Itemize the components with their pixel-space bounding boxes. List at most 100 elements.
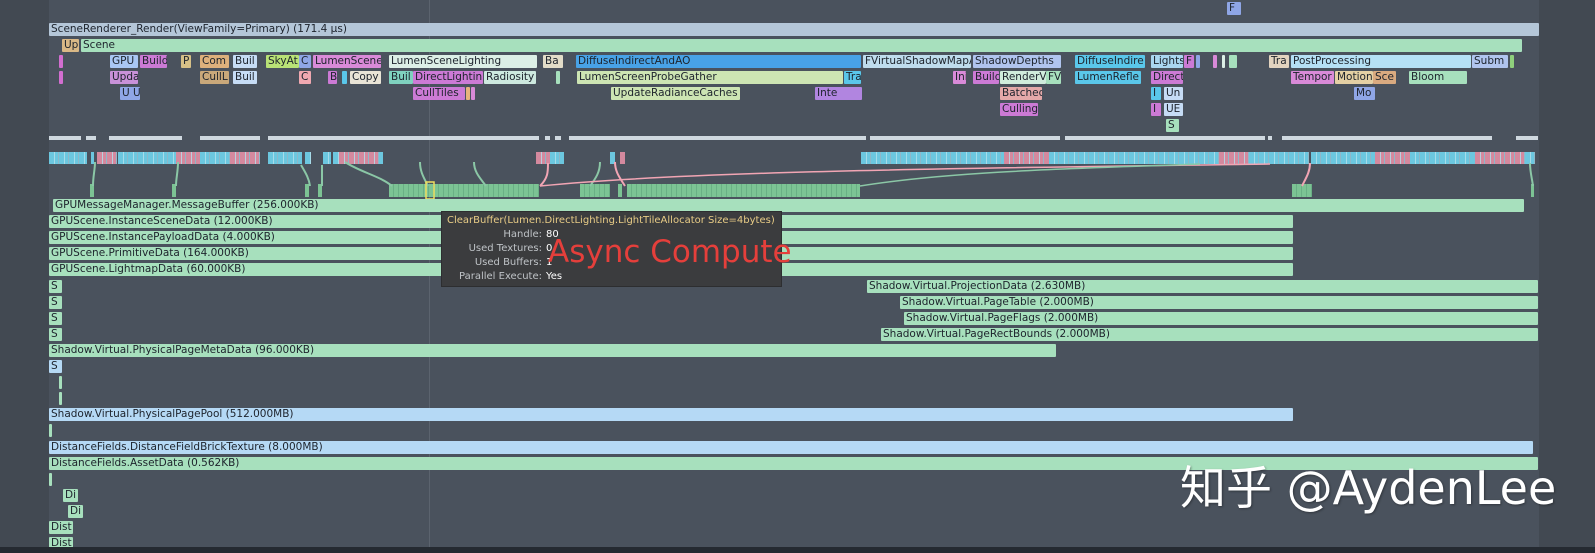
pass-bar[interactable]: Scene bbox=[81, 39, 1522, 52]
pass-bar[interactable] bbox=[1213, 55, 1217, 68]
pass-bar[interactable]: LumenSceneLighting bbox=[389, 55, 537, 68]
pass-bar[interactable]: Build bbox=[140, 55, 167, 68]
pass-bar[interactable]: PostProcessing bbox=[1291, 55, 1471, 68]
memory-allocation-bar[interactable]: Shadow.Virtual.PageTable (2.000MB) bbox=[900, 296, 1538, 309]
pass-bar[interactable]: F bbox=[1227, 2, 1241, 15]
pass-bar[interactable]: Direct bbox=[1151, 71, 1183, 84]
pass-bar[interactable] bbox=[556, 71, 560, 84]
async-compute-pass[interactable] bbox=[580, 184, 610, 197]
pass-bar[interactable] bbox=[471, 87, 475, 100]
resource-strip-block[interactable] bbox=[323, 152, 331, 164]
memory-allocation-bar[interactable]: S bbox=[49, 360, 62, 373]
pass-bar[interactable]: S bbox=[1166, 119, 1179, 132]
pass-bar[interactable]: SkyAt bbox=[266, 55, 299, 68]
pass-bar[interactable]: Up bbox=[62, 39, 79, 52]
pass-bar[interactable] bbox=[1510, 55, 1514, 68]
pass-bar[interactable]: Tra bbox=[1269, 55, 1289, 68]
resource-strip-block[interactable] bbox=[379, 152, 383, 164]
resource-strip-block[interactable] bbox=[91, 152, 94, 164]
pass-bar[interactable]: Buil bbox=[233, 55, 257, 68]
pass-bar[interactable]: I bbox=[1151, 103, 1161, 116]
async-compute-pass[interactable] bbox=[1531, 184, 1534, 197]
async-compute-pass[interactable] bbox=[1292, 184, 1312, 197]
memory-allocation-bar[interactable]: S bbox=[49, 296, 62, 309]
memory-allocation-bar[interactable]: Shadow.Virtual.PhysicalPagePool (512.000… bbox=[49, 408, 1293, 421]
resource-strip-block[interactable] bbox=[97, 152, 117, 164]
pass-bar[interactable] bbox=[1222, 55, 1225, 68]
pass-bar[interactable]: FVirtualShadowMapA bbox=[863, 55, 971, 68]
pass-bar[interactable]: SceneRenderer_Render(ViewFamily=Primary)… bbox=[49, 23, 1539, 36]
resource-strip-block[interactable] bbox=[1004, 152, 1049, 164]
pass-bar[interactable]: DirectLightin bbox=[413, 71, 483, 84]
memory-allocation-bar[interactable]: S bbox=[49, 328, 62, 341]
pass-bar[interactable]: RenderVi bbox=[1000, 71, 1046, 84]
pass-bar[interactable]: FV bbox=[1046, 71, 1061, 84]
pass-bar[interactable]: F bbox=[1184, 55, 1194, 68]
memory-allocation-bar[interactable]: Shadow.Virtual.PageFlags (2.000MB) bbox=[904, 312, 1538, 325]
pass-bar[interactable]: DiffuseIndire bbox=[1075, 55, 1145, 68]
resource-strip-block[interactable] bbox=[305, 152, 311, 164]
pass-bar[interactable]: Upda bbox=[110, 71, 138, 84]
async-compute-pass[interactable] bbox=[172, 184, 176, 197]
pass-bar[interactable]: P bbox=[181, 55, 191, 68]
pass-bar[interactable]: UpdateRadianceCaches bbox=[611, 87, 740, 100]
resource-strip-block[interactable] bbox=[1375, 152, 1410, 164]
pass-bar[interactable]: GPU bbox=[110, 55, 138, 68]
async-compute-pass[interactable] bbox=[305, 184, 309, 197]
pass-bar[interactable]: Un bbox=[1164, 87, 1183, 100]
pass-bar[interactable]: LumenRefle bbox=[1075, 71, 1141, 84]
pass-bar[interactable]: UE bbox=[1164, 103, 1183, 116]
async-compute-pass[interactable] bbox=[389, 184, 539, 197]
memory-allocation-bar[interactable]: S bbox=[49, 312, 62, 325]
pass-bar[interactable]: Inte bbox=[815, 87, 862, 100]
resource-strip-block[interactable] bbox=[861, 152, 1004, 164]
pass-bar[interactable]: Batched bbox=[1000, 87, 1042, 100]
pass-bar[interactable]: Bloom bbox=[1409, 71, 1467, 84]
pass-bar[interactable]: ShadowDepths bbox=[973, 55, 1061, 68]
pass-bar[interactable]: Tempor bbox=[1291, 71, 1334, 84]
pass-bar[interactable]: LumenScreenProbeGather bbox=[577, 71, 843, 84]
pass-bar[interactable] bbox=[1229, 55, 1237, 68]
pass-bar[interactable]: Copy bbox=[350, 71, 381, 84]
resource-strip-block[interactable] bbox=[1525, 152, 1535, 164]
pass-bar[interactable]: Radiosity bbox=[484, 71, 536, 84]
resource-strip-block[interactable] bbox=[620, 152, 625, 164]
pass-bar[interactable]: C bbox=[299, 71, 311, 84]
memory-allocation-bar[interactable]: Di bbox=[68, 505, 83, 518]
async-compute-pass[interactable] bbox=[627, 184, 860, 197]
resource-strip-block[interactable] bbox=[230, 152, 260, 164]
resource-strip-block[interactable] bbox=[536, 152, 550, 164]
pass-bar[interactable]: I bbox=[1151, 87, 1161, 100]
memory-allocation-bar[interactable]: Dist bbox=[49, 521, 73, 534]
pass-bar[interactable]: LumenScene bbox=[313, 55, 381, 68]
memory-allocation-bar[interactable] bbox=[59, 392, 62, 405]
pass-bar[interactable] bbox=[466, 87, 470, 100]
pass-bar[interactable] bbox=[342, 71, 347, 84]
resource-strip-block[interactable] bbox=[1475, 152, 1525, 164]
memory-allocation-bar[interactable]: Shadow.Virtual.PageRectBounds (2.000MB) bbox=[881, 328, 1538, 341]
pass-bar[interactable]: Subm bbox=[1472, 55, 1508, 68]
pass-bar[interactable]: DiffuseIndirectAndAO bbox=[576, 55, 861, 68]
async-compute-pass[interactable] bbox=[90, 184, 94, 197]
horizontal-scrollbar[interactable] bbox=[0, 547, 1595, 553]
resource-strip-block[interactable] bbox=[550, 152, 564, 164]
resource-strip-block[interactable] bbox=[1249, 152, 1309, 164]
pass-bar[interactable]: Buil bbox=[389, 71, 413, 84]
pass-bar[interactable]: Lights bbox=[1151, 55, 1183, 68]
async-compute-pass[interactable] bbox=[618, 184, 622, 197]
memory-allocation-bar[interactable] bbox=[59, 376, 62, 389]
pass-bar[interactable] bbox=[59, 71, 63, 84]
resource-strip-block[interactable] bbox=[1311, 152, 1375, 164]
pass-bar[interactable]: Build bbox=[973, 71, 999, 84]
memory-allocation-bar[interactable]: Di bbox=[63, 489, 78, 502]
resource-strip-block[interactable] bbox=[1410, 152, 1475, 164]
pass-bar[interactable]: Culling bbox=[1000, 103, 1038, 116]
pass-bar[interactable] bbox=[59, 55, 63, 68]
resource-strip-block[interactable] bbox=[1219, 152, 1249, 164]
memory-allocation-bar[interactable]: S bbox=[49, 280, 62, 293]
pass-bar[interactable]: Ba bbox=[543, 55, 563, 68]
pass-bar[interactable]: Tra bbox=[844, 71, 861, 84]
resource-strip-block[interactable] bbox=[268, 152, 302, 164]
pass-bar[interactable]: CullL bbox=[200, 71, 229, 84]
memory-allocation-bar[interactable]: Shadow.Virtual.PhysicalPageMetaData (96.… bbox=[49, 344, 1056, 357]
